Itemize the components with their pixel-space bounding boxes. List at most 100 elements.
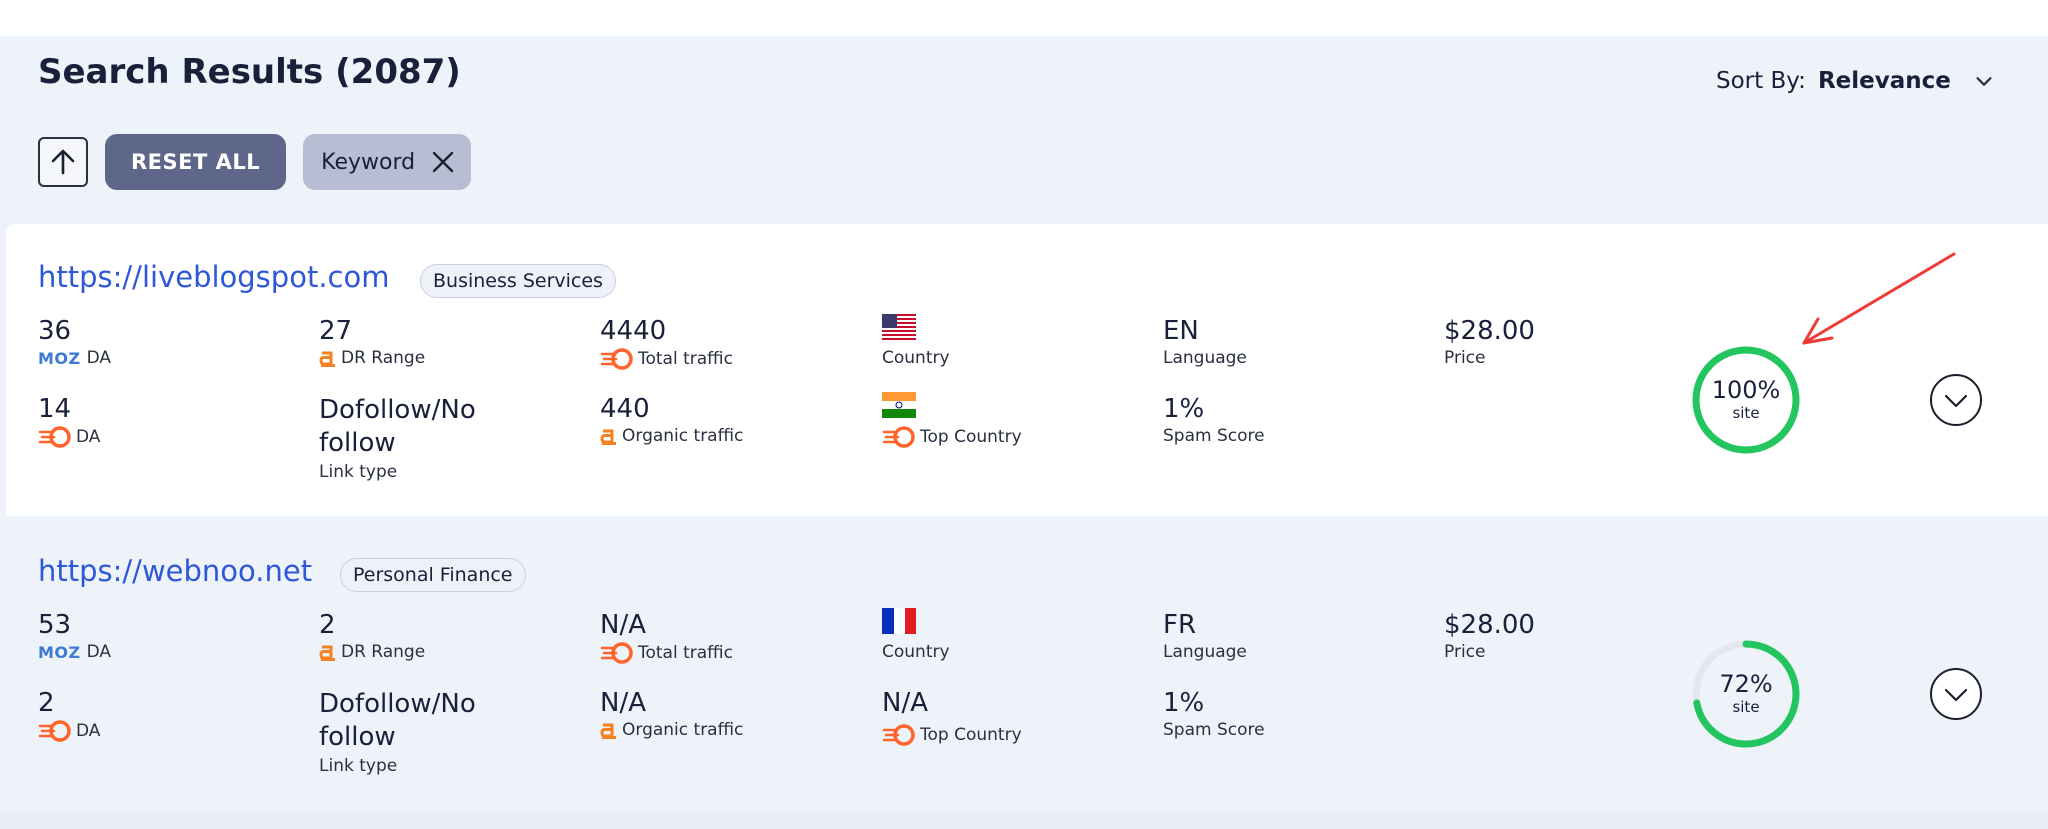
france-flag-icon: [882, 608, 916, 634]
metric-value: 1%: [1163, 688, 1205, 718]
metric-value: 36: [38, 316, 72, 346]
metric-value: 2: [319, 610, 336, 640]
dr-metric: 27 DR Range: [319, 316, 425, 368]
us-flag-icon: [882, 314, 916, 340]
organic-traffic-metric: 440 Organic traffic: [600, 394, 743, 446]
ahrefs-icon: [319, 645, 335, 661]
metric-label: DR Range: [341, 642, 426, 662]
metric-value: FR: [1163, 610, 1197, 640]
score-label: site: [1732, 698, 1760, 716]
metric-value: EN: [1163, 316, 1199, 346]
metric-label: Country: [882, 348, 950, 368]
metric-label: Country: [882, 642, 950, 662]
language-metric: EN Language: [1163, 316, 1247, 368]
country-metric: Country: [882, 608, 950, 662]
filter-chip-label: Keyword: [321, 149, 416, 175]
metric-label: Price: [1444, 642, 1486, 662]
dr-metric: 2 DR Range: [319, 610, 425, 662]
sort-dropdown[interactable]: Sort By: Relevance: [1716, 68, 1995, 94]
moz-da-metric: 36 MOZ DA: [38, 316, 111, 368]
scroll-up-button[interactable]: [38, 137, 88, 187]
result-url[interactable]: https://webnoo.net: [38, 554, 312, 588]
metric-label: DA: [86, 642, 112, 662]
metric-value: Dofollow/No follow: [319, 395, 476, 458]
metric-label: Language: [1163, 642, 1247, 662]
organic-traffic-metric: N/A Organic traffic: [600, 688, 743, 740]
expand-chevron-button[interactable]: [1929, 667, 1983, 721]
filter-chip-keyword[interactable]: Keyword: [303, 134, 472, 190]
metric-label: Spam Score: [1163, 426, 1265, 446]
metric-label: Total traffic: [638, 643, 733, 663]
moz-logo: MOZ: [38, 348, 81, 368]
metric-label: Price: [1444, 348, 1486, 368]
metric-label: Organic traffic: [622, 426, 744, 446]
ahrefs-icon: [600, 429, 616, 445]
result-card: https://liveblogspot.com Business Servic…: [6, 224, 2048, 516]
semrush-da-metric: 2 DA: [38, 688, 100, 742]
category-tag: Personal Finance: [340, 558, 526, 592]
semrush-icon: [38, 720, 71, 742]
next-card-edge: [0, 812, 2048, 829]
metric-value: $28.00: [1444, 316, 1535, 346]
annotation-arrow-icon: [1802, 252, 1956, 345]
top-bar: [0, 0, 2048, 36]
reset-all-button[interactable]: RESET ALL: [105, 134, 287, 190]
score-percent: 72%: [1719, 670, 1773, 698]
metric-label: Top Country: [920, 427, 1022, 447]
site-score-ring: 100% site: [1690, 344, 1802, 456]
site-score-ring: 72% site: [1690, 638, 1802, 750]
metric-value: 4440: [600, 316, 667, 346]
score-label: site: [1732, 404, 1760, 422]
metric-value: 2: [38, 688, 55, 718]
price-metric: $28.00 Price: [1444, 316, 1535, 368]
total-traffic-metric: 4440 Total traffic: [600, 316, 733, 370]
spam-score-metric: 1% Spam Score: [1163, 394, 1265, 446]
close-icon[interactable]: [431, 150, 455, 174]
filter-toolbar: RESET ALL Keyword: [38, 134, 472, 190]
moz-da-metric: 53 MOZ DA: [38, 610, 111, 662]
category-tag: Business Services: [420, 264, 616, 298]
metric-label: DA: [86, 348, 112, 368]
india-flag-icon: [882, 392, 916, 418]
metric-label: Language: [1163, 348, 1247, 368]
semrush-icon: [38, 426, 71, 448]
metric-value: Dofollow/No follow: [319, 689, 476, 752]
metric-label: DR Range: [341, 348, 426, 368]
language-metric: FR Language: [1163, 610, 1247, 662]
semrush-icon: [600, 348, 633, 370]
metric-label: Organic traffic: [622, 720, 744, 740]
metric-label: Link type: [319, 462, 398, 482]
spam-score-metric: 1% Spam Score: [1163, 688, 1265, 740]
country-metric: Country: [882, 314, 950, 368]
metric-label: DA: [76, 721, 101, 741]
metric-value: $28.00: [1444, 610, 1535, 640]
arrow-up-icon: [51, 149, 75, 175]
ahrefs-icon: [319, 351, 335, 367]
metric-value: 440: [600, 394, 650, 424]
page-title: Search Results (2087): [38, 52, 461, 92]
link-type-metric: Dofollow/No follow Link type: [319, 688, 519, 776]
semrush-icon: [882, 426, 915, 448]
total-traffic-metric: N/A Total traffic: [600, 610, 733, 664]
top-country-metric: Top Country: [882, 392, 1022, 448]
top-country-metric: N/A Top Country: [882, 688, 1022, 746]
metric-value: 53: [38, 610, 72, 640]
metric-label: Total traffic: [638, 349, 733, 369]
metric-label: Top Country: [920, 725, 1022, 745]
semrush-da-metric: 14 DA: [38, 394, 100, 448]
ahrefs-icon: [600, 723, 616, 739]
metric-value: N/A: [600, 610, 646, 640]
semrush-icon: [882, 724, 915, 746]
expand-chevron-button[interactable]: [1929, 373, 1983, 427]
semrush-icon: [600, 642, 633, 664]
price-metric: $28.00 Price: [1444, 610, 1535, 662]
sort-label: Sort By:: [1716, 68, 1806, 94]
result-url[interactable]: https://liveblogspot.com: [38, 260, 389, 294]
metric-value: 1%: [1163, 394, 1205, 424]
link-type-metric: Dofollow/No follow Link type: [319, 394, 519, 482]
score-percent: 100%: [1711, 376, 1781, 404]
metric-value: N/A: [600, 688, 646, 718]
chevron-down-icon: [1976, 77, 1992, 86]
metric-label: Spam Score: [1163, 720, 1265, 740]
metric-value: 27: [319, 316, 353, 346]
